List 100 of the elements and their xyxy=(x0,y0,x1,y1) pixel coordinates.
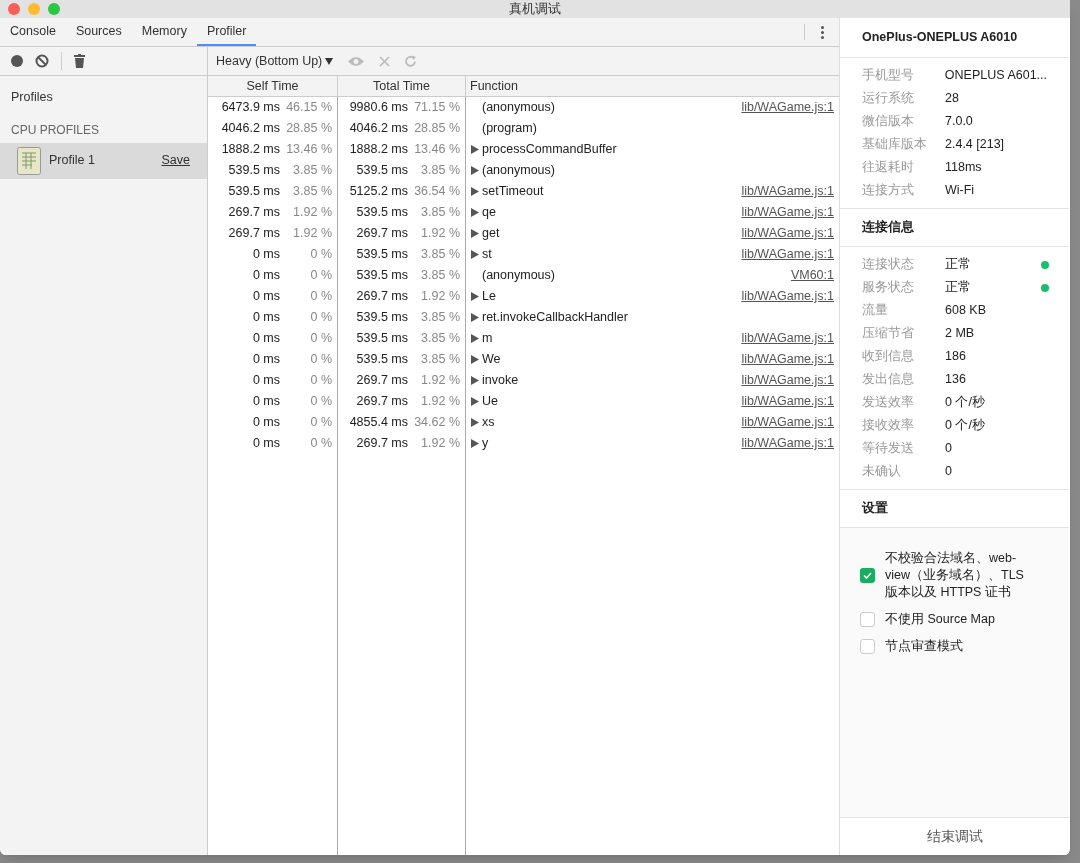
column-header[interactable]: Self Time xyxy=(208,76,338,97)
info-label: 连接方式 xyxy=(862,182,915,200)
checkbox[interactable] xyxy=(860,612,875,627)
total-time-cell-text: 539.5 ms xyxy=(356,267,408,285)
info-value: 7.0.0 xyxy=(945,113,973,131)
total-time-cell-text: 269.7 ms xyxy=(356,372,408,390)
info-label: 基础库版本 xyxy=(862,136,928,154)
info-value: 正常 xyxy=(945,256,972,274)
function-name-cell-text: (anonymous) xyxy=(482,162,556,180)
setting-label: 不校验合法域名、web-view（业务域名）、TLS 版本以及 HTTPS 证书 xyxy=(885,550,1025,601)
info-value: Wi-Fi xyxy=(945,182,975,200)
total-percent-cell-text: 1.92 % xyxy=(420,372,460,390)
expand-triangle-icon[interactable] xyxy=(471,355,479,364)
info-value: 186 xyxy=(945,348,967,366)
source-link[interactable]: lib/WAGame.js:1 xyxy=(741,371,834,390)
function-name-cell-text: (anonymous) xyxy=(482,267,556,285)
total-time-cell-text: 1888.2 ms xyxy=(349,141,408,159)
info-label: 压缩节省 xyxy=(862,325,915,343)
total-time-cell-text: 4046.2 ms xyxy=(349,120,408,138)
section-title: 连接信息 xyxy=(862,219,914,237)
self-time-cell-text: 0 ms xyxy=(252,288,280,306)
checkbox[interactable] xyxy=(860,639,875,654)
expand-triangle-icon[interactable] xyxy=(471,187,479,196)
total-percent-cell-text: 3.85 % xyxy=(420,309,460,327)
self-time-cell-text: 0 ms xyxy=(252,414,280,432)
total-time-cell-text: 539.5 ms xyxy=(356,330,408,348)
info-value: 2 MB xyxy=(945,325,976,343)
self-percent-cell-text: 0 % xyxy=(309,393,332,411)
function-name-cell-text: ret.invokeCallbackHandler xyxy=(482,309,629,327)
self-time-cell-text: 0 ms xyxy=(252,393,280,411)
source-link[interactable]: lib/WAGame.js:1 xyxy=(741,98,834,117)
info-label: 连接状态 xyxy=(862,256,915,274)
self-percent-cell-text: 46.15 % xyxy=(285,99,332,117)
source-link[interactable]: lib/WAGame.js:1 xyxy=(741,350,834,369)
record-icon[interactable] xyxy=(11,55,23,67)
end-debug-button[interactable]: 结束调试 xyxy=(840,817,1069,855)
expand-triangle-icon[interactable] xyxy=(471,376,479,385)
tab[interactable]: Sources xyxy=(65,18,132,46)
total-time-cell-text: 5125.2 ms xyxy=(349,183,408,201)
expand-triangle-icon[interactable] xyxy=(471,439,479,448)
total-percent-cell-text: 34.62 % xyxy=(413,414,460,432)
save-link[interactable]: Save xyxy=(161,151,190,171)
expand-triangle-icon[interactable] xyxy=(471,145,479,154)
info-label: 发送效率 xyxy=(862,394,915,412)
total-percent-cell-text: 28.85 % xyxy=(413,120,460,138)
window-title: 真机调试 xyxy=(509,0,561,19)
expand-triangle-icon[interactable] xyxy=(471,208,479,217)
total-time-cell-text: 539.5 ms xyxy=(356,204,408,222)
info-value: 0 xyxy=(945,463,953,481)
trash-icon[interactable] xyxy=(74,54,85,68)
clear-icon[interactable] xyxy=(35,54,49,68)
tab[interactable]: Memory xyxy=(131,18,197,46)
view-select[interactable]: Heavy (Bottom Up) xyxy=(216,51,334,71)
expand-triangle-icon[interactable] xyxy=(471,313,479,322)
source-link[interactable]: lib/WAGame.js:1 xyxy=(741,203,834,222)
profile-item[interactable]: Profile 1 Save xyxy=(0,142,207,179)
info-label: 手机型号 xyxy=(862,67,915,85)
info-value: 136 xyxy=(945,371,967,389)
tab[interactable]: Console xyxy=(0,18,66,46)
info-label: 收到信息 xyxy=(862,348,915,366)
info-label: 未确认 xyxy=(862,463,902,481)
total-time-cell-text: 269.7 ms xyxy=(356,225,408,243)
column-header[interactable]: Total Time xyxy=(338,76,466,97)
total-time-cell-text: 539.5 ms xyxy=(356,309,408,327)
self-time-cell-text: 0 ms xyxy=(252,309,280,327)
expand-triangle-icon[interactable] xyxy=(471,292,479,301)
info-value: 118ms xyxy=(945,159,982,177)
self-time-cell-text: 0 ms xyxy=(252,267,280,285)
source-link[interactable]: VM60:1 xyxy=(790,266,834,285)
expand-triangle-icon[interactable] xyxy=(471,229,479,238)
expand-triangle-icon[interactable] xyxy=(471,166,479,175)
total-time-cell-text: 269.7 ms xyxy=(356,393,408,411)
source-link[interactable]: lib/WAGame.js:1 xyxy=(741,413,834,432)
self-time-cell-text: 1888.2 ms xyxy=(221,141,280,159)
self-time-cell-text: 0 ms xyxy=(252,330,280,348)
source-link[interactable]: lib/WAGame.js:1 xyxy=(741,329,834,348)
expand-triangle-icon[interactable] xyxy=(471,250,479,259)
checkbox[interactable] xyxy=(860,568,875,583)
column-header[interactable]: Function xyxy=(466,76,839,97)
expand-triangle-icon[interactable] xyxy=(471,418,479,427)
source-link[interactable]: lib/WAGame.js:1 xyxy=(741,245,834,264)
source-link[interactable]: lib/WAGame.js:1 xyxy=(741,287,834,306)
info-value: 2.4.4 [213] xyxy=(945,136,1005,154)
info-value: 608 KB xyxy=(945,302,987,320)
source-link[interactable]: lib/WAGame.js:1 xyxy=(741,182,834,201)
self-percent-cell-text: 0 % xyxy=(309,372,332,390)
total-percent-cell-text: 3.85 % xyxy=(420,267,460,285)
source-link[interactable]: lib/WAGame.js:1 xyxy=(741,434,834,453)
self-time-cell-text: 6473.9 ms xyxy=(221,99,280,117)
total-percent-cell-text: 1.92 % xyxy=(420,393,460,411)
setting-label: 不使用 Source Map xyxy=(885,611,995,628)
total-percent-cell-text: 1.92 % xyxy=(420,435,460,453)
source-link[interactable]: lib/WAGame.js:1 xyxy=(741,224,834,243)
source-link[interactable]: lib/WAGame.js:1 xyxy=(741,392,834,411)
expand-triangle-icon[interactable] xyxy=(471,334,479,343)
expand-triangle-icon[interactable] xyxy=(471,397,479,406)
function-name-cell-text: m xyxy=(482,330,494,348)
function-name-cell-text: get xyxy=(482,225,501,243)
total-percent-cell-text: 36.54 % xyxy=(413,183,460,201)
self-percent-cell-text: 0 % xyxy=(309,267,332,285)
